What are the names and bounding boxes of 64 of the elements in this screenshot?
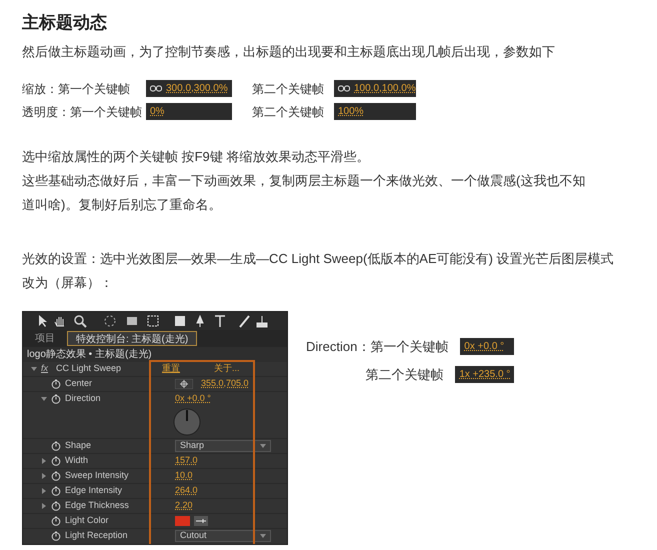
property-name: Width bbox=[65, 454, 90, 467]
stopwatch-icon[interactable] bbox=[51, 470, 61, 480]
property-name: Center bbox=[65, 376, 94, 390]
property-name: Sweep Intensity bbox=[65, 468, 130, 482]
link-icon[interactable] bbox=[338, 84, 350, 92]
property-name: Edge Thickness bbox=[65, 498, 130, 512]
value-text[interactable]: 0x +0.0 ° bbox=[175, 392, 211, 406]
fx-label: fx bbox=[41, 362, 48, 375]
expand-triangle-icon[interactable] bbox=[41, 472, 47, 478]
caret-icon bbox=[260, 534, 266, 538]
value-field[interactable]: 0% bbox=[146, 103, 232, 120]
property-name: Direction bbox=[65, 392, 102, 405]
section-title: 主标题动态 bbox=[22, 12, 108, 34]
value-text[interactable]: 2.20 bbox=[175, 498, 193, 512]
color-swatch[interactable] bbox=[175, 516, 190, 526]
panel-tab[interactable]: 特效控制台: 主标题(走光) bbox=[67, 330, 198, 346]
stopwatch-icon[interactable] bbox=[51, 456, 61, 466]
param-label: 第二个关键帧 bbox=[252, 104, 325, 120]
direction-label: Direction：第一个关键帧 bbox=[306, 338, 448, 356]
value-text[interactable]: 355.0,705.0 bbox=[201, 376, 249, 390]
expand-triangle-icon[interactable] bbox=[41, 502, 47, 508]
stopwatch-icon[interactable] bbox=[51, 500, 61, 510]
value-field[interactable]: 0x +0.0 ° bbox=[460, 338, 514, 355]
layer-path: logo静态效果 • 主标题(走光) bbox=[23, 346, 287, 362]
angle-dial-icon[interactable] bbox=[173, 408, 201, 436]
about-link[interactable]: 关于... bbox=[214, 362, 240, 376]
stopwatch-icon[interactable] bbox=[51, 530, 61, 540]
value-text[interactable]: 264.0 bbox=[175, 484, 198, 498]
dropdown[interactable]: Cutout bbox=[175, 530, 271, 542]
caret-icon bbox=[260, 444, 266, 448]
effect-name: CC Light Sweep bbox=[56, 362, 122, 375]
expand-triangle-icon[interactable] bbox=[41, 458, 47, 464]
property-name: Light Color bbox=[65, 514, 110, 527]
link-icon[interactable] bbox=[150, 84, 162, 92]
note-text: 这些基础动态做好后，丰富一下动画效果，复制两层主标题一个来做光效、一个做震感(这我也不知道叫啥)。复制好后别忘了重命名。 bbox=[22, 172, 586, 214]
stopwatch-icon[interactable] bbox=[51, 516, 61, 526]
intro-text: 然后做主标题动画，为了控制节奏感，出标题的出现要和主标题底出现几帧后出现，参数如下 bbox=[22, 43, 556, 61]
panel-tab[interactable]: 项目 bbox=[27, 330, 63, 346]
stopwatch-icon[interactable] bbox=[51, 486, 61, 496]
value-field[interactable]: 100.0,100.0% bbox=[334, 80, 416, 97]
light-note: 光效的设置：选中光效图层—效果—生成—CC Light Sweep(低版本的AE可能没有) 设置光芒后图层模式改为（屏幕）： bbox=[22, 250, 615, 292]
collapse-triangle-icon[interactable] bbox=[31, 366, 37, 372]
expand-triangle-icon[interactable] bbox=[41, 488, 47, 494]
collapse-triangle-icon[interactable] bbox=[41, 396, 47, 402]
property-name: Shape bbox=[65, 438, 92, 452]
reset-link[interactable]: 重置 bbox=[162, 362, 214, 376]
value-field[interactable]: 100% bbox=[334, 103, 416, 120]
property-name: Edge Intensity bbox=[65, 484, 124, 497]
stopwatch-icon[interactable] bbox=[51, 440, 61, 450]
property-name: Light Reception bbox=[65, 528, 129, 542]
note-text: 选中缩放属性的两个关键帧 按F9键 将缩放效果动态平滑些。 bbox=[22, 148, 370, 166]
crosshair-button-icon[interactable] bbox=[175, 378, 193, 388]
param-label: 第二个关键帧 bbox=[252, 80, 325, 98]
param-label: 透明度：第一个关键帧 bbox=[22, 104, 143, 120]
value-field[interactable]: 1x +235.0 ° bbox=[455, 366, 514, 384]
direction-label: 第二个关键帧 bbox=[365, 366, 444, 384]
value-field[interactable]: 300.0,300.0% bbox=[146, 80, 232, 97]
stopwatch-icon[interactable] bbox=[51, 394, 61, 404]
param-label: 缩放：第一个关键帧 bbox=[22, 80, 131, 98]
dropdown[interactable]: Sharp bbox=[175, 440, 271, 452]
stopwatch-icon[interactable] bbox=[51, 378, 61, 388]
value-text[interactable]: 10.0 bbox=[175, 468, 193, 482]
value-text[interactable]: 157.0 bbox=[175, 454, 198, 468]
eyedropper-icon[interactable] bbox=[194, 516, 208, 526]
